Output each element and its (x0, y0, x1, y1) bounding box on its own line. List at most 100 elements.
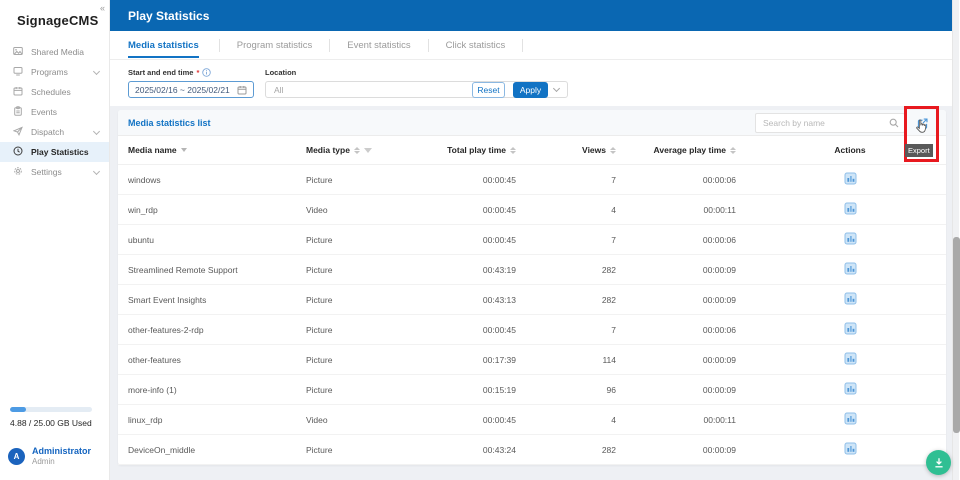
avg-cell: 00:00:11 (703, 204, 736, 215)
actions-cell (736, 232, 936, 247)
search-input[interactable] (756, 118, 889, 128)
sidebar-item-play-statistics[interactable]: Play Statistics (0, 142, 109, 162)
actions-cell (736, 352, 936, 367)
name-cell: linux_rdp (128, 414, 163, 425)
actions-cell (736, 202, 936, 217)
views-cell: 282 (601, 444, 616, 455)
statistics-report-icon[interactable] (844, 232, 857, 245)
avg-cell: 00:00:09 (702, 264, 736, 275)
search-icon (889, 118, 899, 128)
statistics-report-icon[interactable] (844, 412, 857, 425)
column-header-actions[interactable]: Actions (736, 145, 936, 155)
user-profile[interactable]: A Administrator Admin (8, 446, 91, 466)
name-cell: windows (128, 174, 161, 185)
statistics-report-icon[interactable] (844, 322, 857, 335)
date-range-label: Start and end time * (128, 68, 212, 77)
reset-button[interactable]: Reset (472, 82, 505, 98)
actions-cell (736, 412, 936, 427)
avg-cell: 00:00:06 (702, 324, 736, 335)
events-icon (13, 103, 23, 121)
name-cell: win_rdp (128, 204, 158, 215)
download-icon (934, 457, 943, 467)
views-cell: 4 (611, 204, 616, 215)
statistics-report-icon[interactable] (844, 352, 857, 365)
tab-divider (522, 38, 524, 52)
list-title: Media statistics list (128, 117, 211, 128)
apply-button[interactable]: Apply (513, 82, 548, 98)
column-header-views[interactable]: Views (516, 145, 616, 155)
column-header-name[interactable]: Media name (128, 145, 306, 155)
type-cell: Picture (306, 354, 333, 365)
table-row: Smart Event Insights Picture 00:43:13 282 00… (118, 285, 946, 315)
sidebar-menu: Shared Media Programs Schedules Events D… (0, 42, 109, 182)
table-row: other-features Picture 00:17:39 114 00:00:09 (118, 345, 946, 375)
statistics-report-icon[interactable] (844, 442, 857, 455)
table-body: windows Picture 00:00:45 7 00:00:06 win_rdp Vi… (118, 165, 946, 465)
settings-icon (13, 163, 23, 181)
column-label: Views (582, 145, 606, 155)
sidebar-item-dispatch[interactable]: Dispatch (0, 122, 109, 142)
shared-media-icon (13, 43, 23, 61)
total-cell: 00:00:45 (482, 204, 516, 215)
user-role: Admin (32, 457, 55, 466)
column-header-total[interactable]: Total play time (436, 145, 516, 155)
tab-click-statistics[interactable]: Click statistics (429, 31, 523, 59)
column-header-type[interactable]: Media type (306, 145, 436, 155)
statistics-report-icon[interactable] (844, 202, 857, 215)
type-cell: Picture (306, 444, 333, 455)
tab-media-statistics[interactable]: Media statistics (128, 31, 219, 59)
play-statistics-icon (13, 143, 23, 161)
sidebar-item-programs[interactable]: Programs (0, 62, 109, 82)
name-cell: other-features (128, 354, 181, 365)
sidebar: SignageCMS « Shared Media Programs Sched… (0, 0, 110, 480)
type-cell: Picture (306, 294, 333, 305)
info-icon[interactable] (202, 68, 212, 77)
tab-program-statistics[interactable]: Program statistics (220, 31, 330, 59)
statistics-report-icon[interactable] (844, 292, 857, 305)
user-name: Administrator (32, 446, 92, 456)
date-range-input[interactable]: 2025/02/16 ~ 2025/02/21 (128, 81, 254, 98)
calendar-icon (237, 85, 247, 94)
chevron-down-icon (552, 84, 561, 93)
total-cell: 00:00:45 (482, 234, 516, 245)
sidebar-item-label: Settings (31, 167, 62, 177)
views-cell: 282 (601, 264, 616, 275)
download-fab[interactable] (926, 450, 951, 475)
statistics-report-icon[interactable] (844, 262, 857, 275)
sidebar-item-events[interactable]: Events (0, 102, 109, 122)
chevron-down-icon (92, 167, 101, 175)
sidebar-item-label: Programs (31, 67, 68, 77)
chevron-down-icon (92, 67, 101, 75)
name-cell: Streamlined Remote Support (128, 264, 238, 275)
export-icon (917, 117, 928, 129)
tab-event-statistics[interactable]: Event statistics (330, 31, 427, 59)
sidebar-item-label: Shared Media (31, 47, 84, 57)
column-header-avg[interactable]: Average play time (616, 145, 736, 155)
sidebar-collapse-icon[interactable]: « (100, 3, 105, 13)
avg-cell: 00:00:09 (702, 384, 736, 395)
total-cell: 00:00:45 (482, 174, 516, 185)
table-row: ubuntu Picture 00:00:45 7 00:00:06 (118, 225, 946, 255)
type-cell: Picture (306, 264, 333, 275)
sidebar-item-settings[interactable]: Settings (0, 162, 109, 182)
statistics-report-icon[interactable] (844, 172, 857, 185)
views-cell: 282 (601, 294, 616, 305)
table-row: other-features-2-rdp Picture 00:00:45 7 00:0… (118, 315, 946, 345)
sidebar-item-shared-media[interactable]: Shared Media (0, 42, 109, 62)
type-cell: Video (306, 204, 328, 215)
app-logo: SignageCMS (17, 13, 99, 28)
sidebar-item-schedules[interactable]: Schedules (0, 82, 109, 102)
avg-cell: 00:00:09 (702, 354, 736, 365)
location-label: Location (265, 68, 297, 77)
name-cell: other-features-2-rdp (128, 324, 204, 335)
views-cell: 7 (611, 234, 616, 245)
total-cell: 00:43:19 (482, 264, 516, 275)
sidebar-item-label: Schedules (31, 87, 71, 97)
avg-cell: 00:00:06 (702, 234, 736, 245)
statistics-report-icon[interactable] (844, 382, 857, 395)
export-button[interactable] (914, 115, 930, 131)
filter-icon[interactable] (363, 147, 372, 153)
scrollbar-thumb[interactable] (953, 237, 960, 433)
total-cell: 00:00:45 (482, 324, 516, 335)
avg-cell: 00:00:06 (702, 174, 736, 185)
